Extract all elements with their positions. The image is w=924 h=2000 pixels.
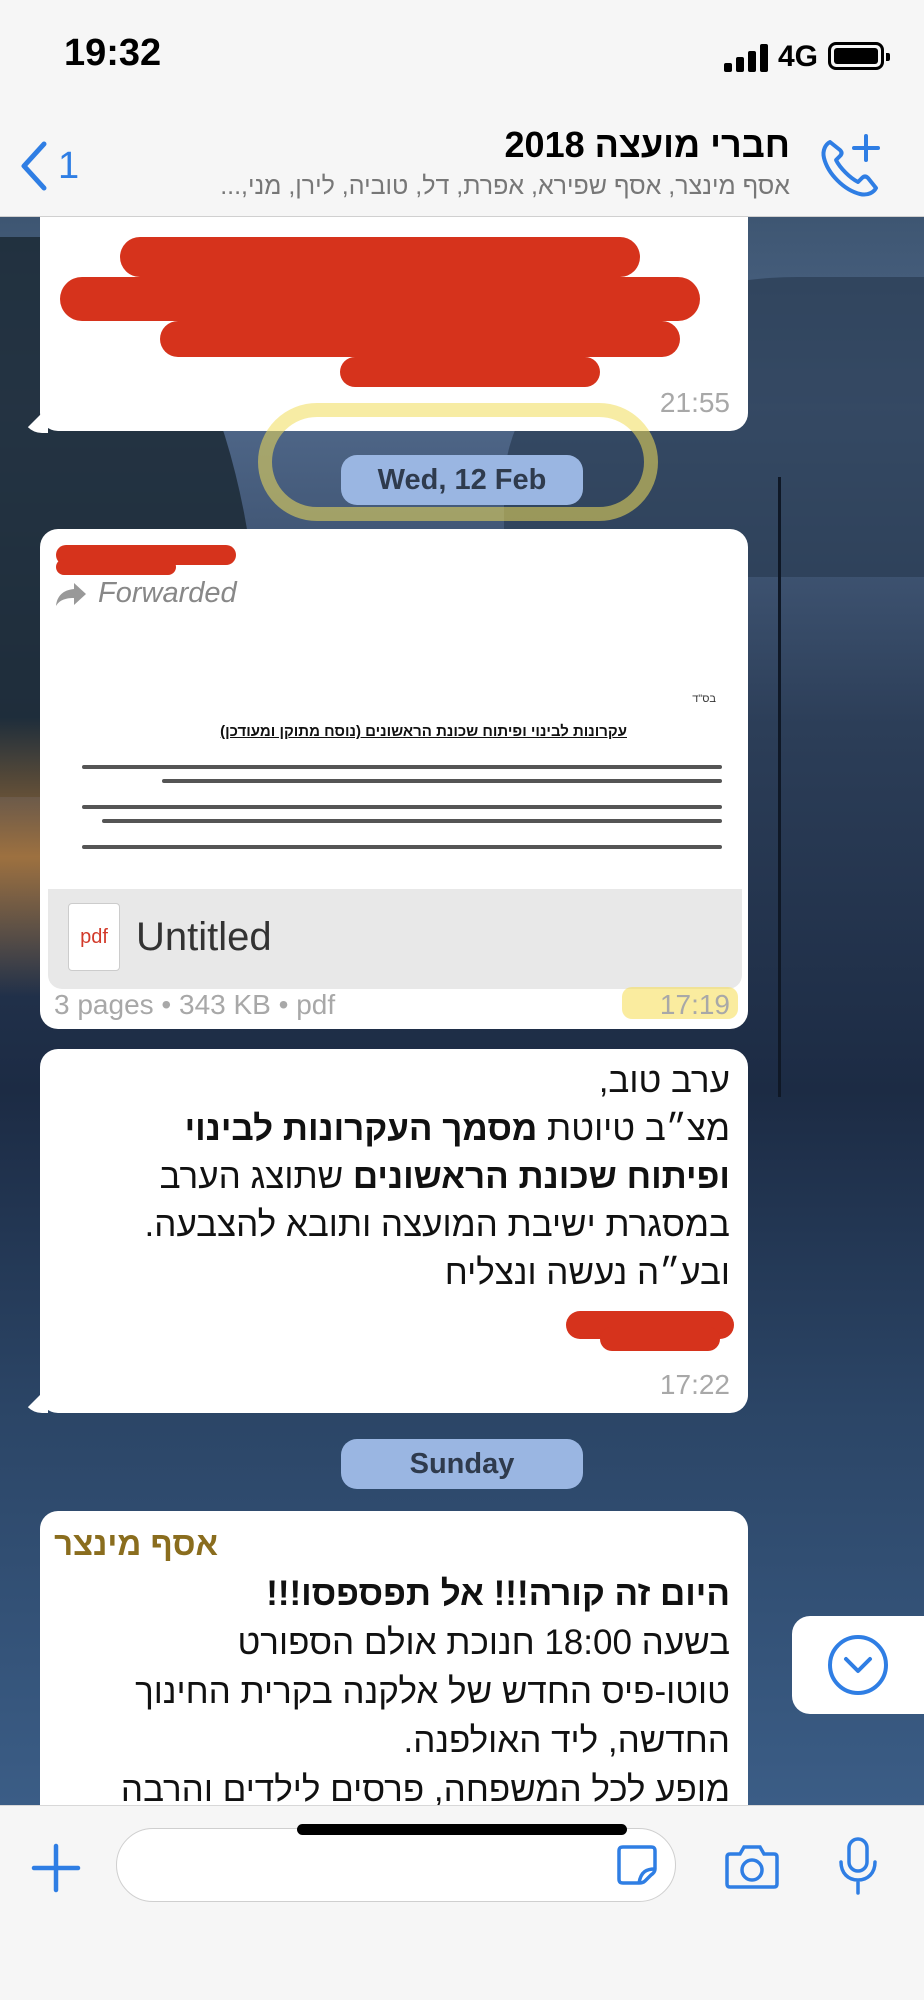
message-input[interactable] xyxy=(116,1828,676,1902)
sender-name[interactable]: אסף מינצר xyxy=(54,1525,218,1563)
redaction xyxy=(160,321,680,357)
doc-header: בס"ד xyxy=(692,693,716,705)
message-bubble[interactable]: ערב טוב, מצ״ב טיוטת מסמך העקרונות לבינוי… xyxy=(40,1049,748,1413)
chevron-left-icon xyxy=(21,141,47,191)
camera-icon[interactable] xyxy=(724,1842,780,1890)
network-label: 4G xyxy=(778,40,819,73)
chat-area[interactable]: 21:55 Wed, 12 Feb Forwarded בס"ד עקרונות… xyxy=(0,217,924,1805)
chevron-down-circle-icon xyxy=(828,1635,888,1695)
message-text: ערב טוב, מצ״ב טיוטת מסמך העקרונות לבינוי… xyxy=(144,1061,730,1292)
microphone-icon[interactable] xyxy=(836,1836,880,1896)
doc-title: עקרונות לבינוי ופיתוח שכונת הראשונים (נו… xyxy=(220,723,627,740)
redaction xyxy=(600,1327,720,1351)
date-separator: Wed, 12 Feb xyxy=(341,455,583,505)
signal-icon xyxy=(724,44,768,72)
group-members[interactable]: אסף מינצר, אסף שפירא, אפרת, דל, טוביה, ל… xyxy=(150,172,790,201)
forwarded-label: Forwarded xyxy=(54,577,237,610)
battery-icon xyxy=(828,42,890,70)
back-button[interactable]: 1 xyxy=(18,138,79,194)
home-indicator xyxy=(297,1824,627,1835)
redaction xyxy=(56,559,176,575)
forward-icon xyxy=(56,582,86,606)
redaction xyxy=(60,277,700,321)
redaction xyxy=(340,357,600,387)
file-meta: 3 pages • 343 KB • pdf xyxy=(54,989,336,1020)
message-time: 21:55 xyxy=(659,387,730,418)
scroll-down-button[interactable] xyxy=(792,1616,924,1714)
unread-count: 1 xyxy=(58,144,80,187)
message-bubble[interactable]: 21:55 xyxy=(40,217,748,431)
status-bar: 19:32 4G xyxy=(0,0,924,120)
bubble-tail xyxy=(22,1387,48,1413)
input-bar xyxy=(0,1805,924,2000)
plus-icon[interactable] xyxy=(30,1842,82,1894)
pdf-icon: pdf xyxy=(68,903,120,971)
message-time: 17:22 xyxy=(659,1369,730,1400)
date-separator: Sunday xyxy=(341,1439,583,1489)
add-call-icon[interactable] xyxy=(816,130,888,202)
document-file-row[interactable]: pdf Untitled xyxy=(48,889,742,989)
file-name: Untitled xyxy=(136,915,272,959)
status-time: 19:32 xyxy=(64,32,162,74)
group-title[interactable]: חברי מועצה 2018 xyxy=(150,124,790,166)
wallpaper-mast xyxy=(778,477,781,1097)
message-time: 17:19 xyxy=(659,989,730,1020)
message-bubble[interactable]: אסף מינצר היום זה קורה!!! אל תפספסו!!! ב… xyxy=(40,1511,748,1805)
sticker-icon[interactable] xyxy=(615,1843,659,1887)
chat-header: 1 חברי מועצה 2018 אסף מינצר, אסף שפירא, … xyxy=(0,120,924,217)
document-preview[interactable]: בס"ד עקרונות לבינוי ופיתוח שכונת הראשוני… xyxy=(48,641,742,889)
document-message[interactable]: Forwarded בס"ד עקרונות לבינוי ופיתוח שכו… xyxy=(40,529,748,1029)
message-text: היום זה קורה!!! אל תפספסו!!! בשעה 18:00 … xyxy=(120,1574,730,1805)
redaction xyxy=(120,237,640,277)
